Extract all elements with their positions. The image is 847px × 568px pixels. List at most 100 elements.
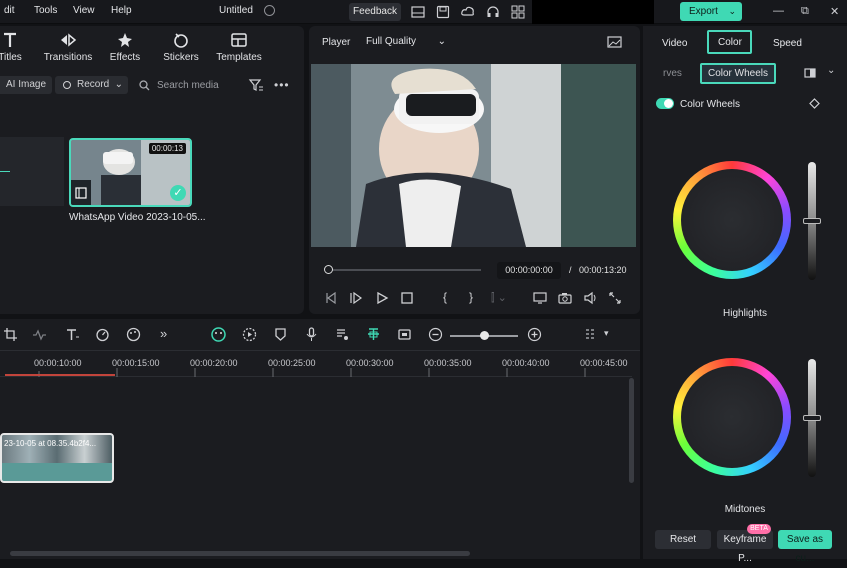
more-tools-icon[interactable]: » xyxy=(160,326,167,341)
text-tool-icon[interactable] xyxy=(65,327,80,342)
mark-in-icon[interactable]: { xyxy=(443,290,447,304)
chevron-down-icon[interactable]: ⌄ xyxy=(728,2,736,21)
media-thumbnail-partial[interactable] xyxy=(0,137,64,206)
highlights-slider-knob[interactable] xyxy=(803,218,821,224)
tool-effects[interactable]: Effects xyxy=(97,32,153,63)
zoom-in-icon[interactable] xyxy=(527,327,542,342)
midtones-label: Midtones xyxy=(724,504,766,515)
volume-icon[interactable] xyxy=(583,291,597,305)
ruler-tick: 00:00:20:00 xyxy=(190,358,238,368)
tab-color[interactable]: Color xyxy=(707,30,752,54)
save-icon[interactable] xyxy=(436,5,450,19)
pip-icon[interactable] xyxy=(397,327,412,342)
track-clip-label: 23-10-05 at 08.35.4b2f4... xyxy=(4,439,97,448)
stickers-icon xyxy=(174,33,188,48)
current-time[interactable]: 00:00:00:00 xyxy=(497,262,561,279)
cloud-upload-icon[interactable] xyxy=(461,5,475,19)
microphone-icon[interactable] xyxy=(304,327,319,342)
camera-icon[interactable] xyxy=(558,291,572,305)
media-clip-thumbnail[interactable]: 00:00:13 ✓ xyxy=(69,138,192,207)
timeline-horizontal-scrollbar[interactable] xyxy=(10,551,470,556)
layout-icon[interactable] xyxy=(411,5,425,19)
export-button[interactable]: Export ⌄ xyxy=(680,2,742,21)
ruler-tick: 00:00:10:00 xyxy=(34,358,82,368)
restore-icon[interactable]: ⧉ xyxy=(801,5,809,18)
tab-video[interactable]: Video xyxy=(662,38,687,49)
timeline-vertical-scrollbar[interactable] xyxy=(629,378,634,483)
apps-grid-icon[interactable] xyxy=(511,5,525,19)
tool-templates-label: Templates xyxy=(216,52,262,63)
search-media-input[interactable]: Search media xyxy=(157,80,219,91)
play-frame-icon[interactable] xyxy=(349,291,363,305)
timeline-video-clip[interactable]: 23-10-05 at 08.35.4b2f4... xyxy=(0,433,114,483)
zoom-out-icon[interactable] xyxy=(428,327,443,342)
grid-layout-icon[interactable] xyxy=(584,327,599,342)
tool-stickers[interactable]: Stickers xyxy=(153,32,209,63)
compare-view-icon[interactable] xyxy=(804,68,816,78)
ruler-tick: 00:00:30:00 xyxy=(346,358,394,368)
close-icon[interactable]: ✕ xyxy=(830,5,839,18)
midtones-color-wheel[interactable] xyxy=(673,358,791,476)
record-dropdown[interactable]: Record ⌄ xyxy=(55,76,128,94)
voiceover-icon[interactable] xyxy=(335,327,350,342)
redacted-area xyxy=(532,0,654,24)
film-icon xyxy=(75,187,87,199)
reset-button[interactable]: Reset xyxy=(655,530,711,549)
subtab-color-wheels[interactable]: Color Wheels xyxy=(700,63,776,84)
previous-frame-icon[interactable] xyxy=(324,291,338,305)
tool-transitions[interactable]: Transitions xyxy=(40,32,96,63)
tab-speed[interactable]: Speed xyxy=(773,38,802,49)
speed-icon[interactable] xyxy=(95,327,110,342)
chevron-down-icon[interactable]: ▾ xyxy=(604,328,609,339)
search-icon xyxy=(139,80,150,91)
fullscreen-icon[interactable] xyxy=(608,291,622,305)
tool-transitions-label: Transitions xyxy=(43,52,93,63)
ai-face-icon[interactable] xyxy=(211,327,226,342)
stop-icon[interactable] xyxy=(400,291,414,305)
tool-stickers-label: Stickers xyxy=(163,52,199,63)
document-title: Untitled xyxy=(219,5,253,16)
menu-edit[interactable]: dit xyxy=(4,5,15,16)
mark-out-icon[interactable]: } xyxy=(469,290,473,304)
playhead-knob[interactable] xyxy=(324,265,333,274)
zoom-slider-knob[interactable] xyxy=(480,331,489,340)
quality-dropdown[interactable]: Full Quality ⌄ xyxy=(360,32,450,51)
monitor-icon[interactable] xyxy=(533,291,547,305)
audio-beat-icon[interactable] xyxy=(32,327,47,342)
shield-mark-icon[interactable] xyxy=(273,327,288,342)
clip-duration: 00:00:13 xyxy=(148,143,186,154)
color-palette-icon[interactable] xyxy=(126,327,141,342)
crop-icon[interactable] xyxy=(3,327,18,342)
menu-tools[interactable]: Tools xyxy=(34,5,57,16)
feedback-button[interactable]: Feedback xyxy=(349,3,401,21)
menu-help[interactable]: Help xyxy=(111,5,132,16)
snapshot-image-icon[interactable] xyxy=(607,36,622,48)
ruler-tick: 00:00:25:00 xyxy=(268,358,316,368)
ruler-tick: 00:00:40:00 xyxy=(502,358,550,368)
record-label: Record xyxy=(77,79,110,90)
tool-effects-label: Effects xyxy=(109,52,141,63)
minimize-icon[interactable]: — xyxy=(773,5,784,17)
midtones-slider-knob[interactable] xyxy=(803,415,821,421)
color-wheels-toggle[interactable] xyxy=(656,98,674,109)
ai-image-button[interactable]: AI Image xyxy=(0,76,53,94)
subtab-curves[interactable]: rves xyxy=(663,68,682,79)
snap-magnet-icon[interactable] xyxy=(366,327,381,342)
save-as-custom-button[interactable]: Save as cu... xyxy=(778,530,832,564)
check-icon: ✓ xyxy=(170,185,186,201)
play-icon[interactable] xyxy=(375,291,389,305)
more-options-icon[interactable]: ••• xyxy=(274,78,290,92)
tool-titles[interactable]: Titles xyxy=(0,32,38,63)
highlights-color-wheel[interactable] xyxy=(673,161,791,279)
render-icon[interactable] xyxy=(242,327,257,342)
tool-templates[interactable]: Templates xyxy=(211,32,267,63)
chevron-down-icon[interactable]: ⌄ xyxy=(827,65,835,76)
menu-view[interactable]: View xyxy=(73,5,95,16)
marker-dropdown-icon[interactable]: ⫿ ⌄ xyxy=(491,291,507,305)
keyframe-diamond-icon[interactable] xyxy=(809,98,820,109)
filter-icon[interactable] xyxy=(248,79,263,91)
headset-icon[interactable] xyxy=(486,5,500,19)
time-separator: / xyxy=(569,265,572,275)
playback-progress-track[interactable] xyxy=(329,269,481,271)
video-preview[interactable] xyxy=(311,64,636,247)
